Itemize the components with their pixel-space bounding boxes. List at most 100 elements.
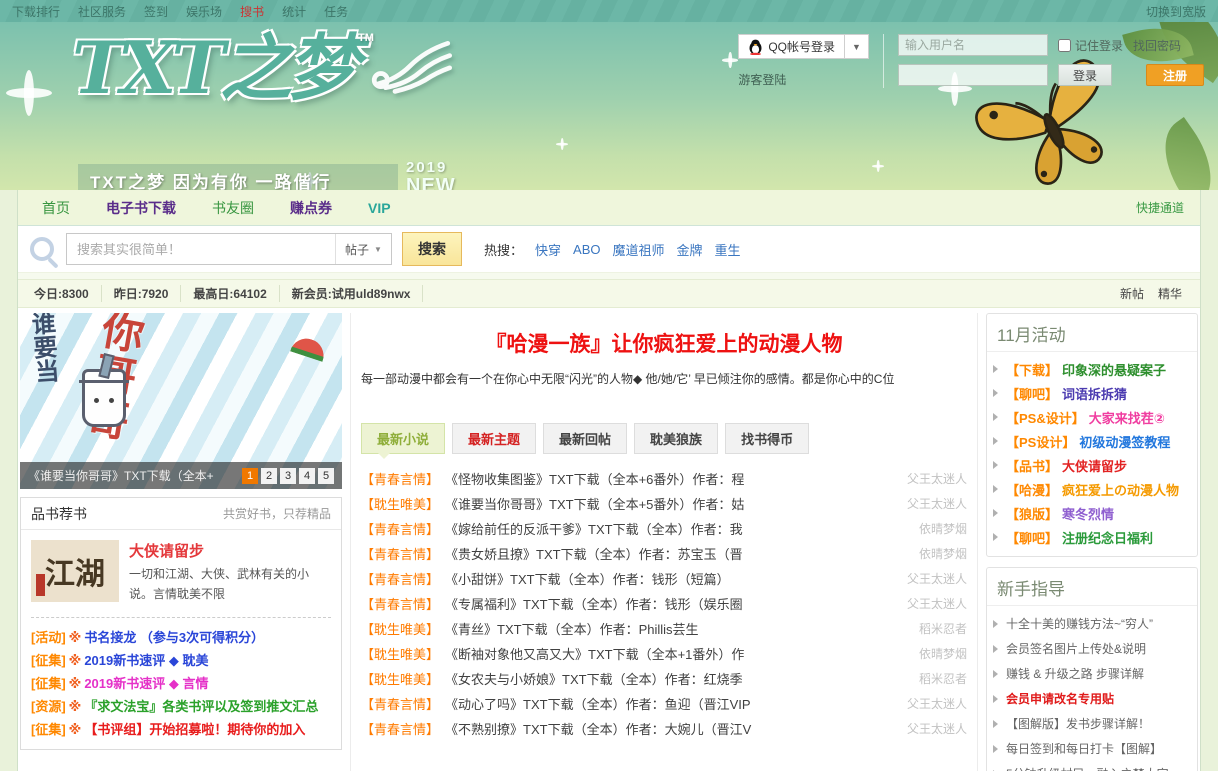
thread-title-link[interactable]: 《嫁给前任的反派干爹》TXT下载（全本）作者：我: [445, 519, 911, 538]
topbar-link-download-rank[interactable]: 下载排行: [12, 3, 60, 20]
tab-latest-topics[interactable]: 最新主题: [452, 423, 536, 454]
sidebar-item[interactable]: 【下载】印象深的悬疑案子: [993, 357, 1191, 381]
author-link[interactable]: 稻米忍者: [919, 670, 967, 687]
register-button[interactable]: 注册: [1146, 64, 1204, 86]
pager-dot[interactable]: 1: [242, 468, 258, 484]
category-link[interactable]: 【青春言情】: [361, 544, 439, 563]
sidebar-item[interactable]: 【聊吧】注册纪念日福利: [993, 525, 1191, 549]
nav-item-earn-points[interactable]: 赚点券: [272, 198, 350, 218]
book-cover[interactable]: 江湖: [31, 540, 119, 602]
thread-title-link[interactable]: 《怪物收集图鉴》TXT下载（全本+6番外）作者：程: [445, 469, 899, 488]
hot-link[interactable]: 金牌: [677, 240, 703, 259]
category-link[interactable]: 【耽生唯美】: [361, 644, 439, 663]
tab-find-books[interactable]: 找书得币: [725, 423, 809, 454]
tab-latest-replies[interactable]: 最新回帖: [543, 423, 627, 454]
author-link[interactable]: 父王太迷人: [907, 595, 967, 612]
list-item[interactable]: [活动]※书名接龙 （参与3次可得积分）: [31, 626, 331, 649]
nav-item-home[interactable]: 首页: [24, 198, 88, 218]
list-item[interactable]: [资源]※『求文法宝』各类书评以及签到推文汇总: [31, 695, 331, 718]
thread-title-link[interactable]: 《动心了吗》TXT下载（全本）作者：鱼迎（晋江VIP: [445, 694, 899, 713]
thread-title-link[interactable]: 《小甜饼》TXT下载（全本）作者：钱形（短篇）: [445, 569, 899, 588]
search-scope-select[interactable]: 帖子 ▼: [335, 234, 391, 264]
category-link[interactable]: 【青春言情】: [361, 469, 439, 488]
search-input[interactable]: [67, 234, 335, 264]
pager-dot[interactable]: 2: [261, 468, 277, 484]
sidebar-item[interactable]: 每日签到和每日打卡【图解】: [993, 736, 1191, 761]
remember-checkbox[interactable]: [1058, 39, 1071, 52]
nav-item-vip[interactable]: VIP: [350, 200, 409, 216]
search-button[interactable]: 搜索: [402, 232, 462, 266]
nav-item-ebook-download[interactable]: 电子书下载: [88, 198, 194, 218]
sidebar-item[interactable]: 【哈漫】疯狂爱上の动漫人物: [993, 477, 1191, 501]
category-link[interactable]: 【青春言情】: [361, 594, 439, 613]
sidebar-item[interactable]: 【品书】大侠请留步: [993, 453, 1191, 477]
hot-link[interactable]: 魔道祖师: [613, 240, 665, 259]
thread-title-link[interactable]: 《不熟别撩》TXT下载（全本）作者：大婉儿（晋江V: [445, 719, 899, 738]
author-link[interactable]: 稻米忍者: [919, 620, 967, 637]
sidebar-item[interactable]: 5分钟升级村民，融入之梦大家: [993, 761, 1191, 771]
pager-dot[interactable]: 4: [299, 468, 315, 484]
topbar-link-community-service[interactable]: 社区服务: [78, 3, 126, 20]
login-button[interactable]: 登录: [1058, 64, 1112, 86]
author-link[interactable]: 父王太迷人: [907, 695, 967, 712]
topbar-link-statistics[interactable]: 统计: [282, 3, 306, 20]
new-posts-link[interactable]: 新帖: [1120, 285, 1144, 302]
book-title-link[interactable]: 大侠请留步: [129, 540, 331, 561]
sidebar-item[interactable]: 会员申请改名专用贴: [993, 686, 1191, 711]
qq-login-button[interactable]: QQ帐号登录: [738, 34, 845, 59]
tab-danmei-wolf[interactable]: 耽美狼族: [634, 423, 718, 454]
carousel-banner[interactable]: 谁要当 你哥哥 《谁要当你哥哥》TXT下载（全本+ 1 2 3 4 5: [20, 313, 342, 489]
qq-login-dropdown[interactable]: ▼: [845, 34, 869, 59]
list-item[interactable]: [征集]※【书评组】开始招募啦！期待你的加入: [31, 718, 331, 741]
sidebar-item[interactable]: 十全十美的赚钱方法~“穷人”: [993, 611, 1191, 636]
sidebar-item[interactable]: 赚钱 & 升级之路 步骤详解: [993, 661, 1191, 686]
topbar-link-book-search[interactable]: 搜书: [240, 3, 264, 20]
topbar-link-playground[interactable]: 娱乐场: [186, 3, 222, 20]
category-link[interactable]: 【青春言情】: [361, 569, 439, 588]
author-link[interactable]: 父王太迷人: [907, 470, 967, 487]
category-link[interactable]: 【耽生唯美】: [361, 494, 439, 513]
guest-login-link[interactable]: 游客登陆: [738, 71, 869, 88]
sidebar-item[interactable]: 【狼版】寒冬烈情: [993, 501, 1191, 525]
hot-link[interactable]: ABO: [573, 242, 600, 257]
topbar-link-checkin[interactable]: 签到: [144, 3, 168, 20]
author-link[interactable]: 父王太迷人: [907, 495, 967, 512]
thread-title-link[interactable]: 《青丝》TXT下载（全本）作者：Phillis芸生: [445, 619, 911, 638]
sidebar-item[interactable]: 【聊吧】词语拆拆猜: [993, 381, 1191, 405]
author-link[interactable]: 父王太迷人: [907, 570, 967, 587]
promo-headline[interactable]: 『哈漫一族』让你疯狂爱上的动漫人物: [361, 328, 967, 358]
forgot-password-link[interactable]: 找回密码: [1133, 37, 1181, 54]
pager-dot[interactable]: 3: [280, 468, 296, 484]
thread-title-link[interactable]: 《断袖对象他又高又大》TXT下载（全本+1番外）作: [445, 644, 911, 663]
category-link[interactable]: 【青春言情】: [361, 719, 439, 738]
switch-wide-link[interactable]: 切换到宽版: [1146, 3, 1206, 20]
author-link[interactable]: 父王太迷人: [907, 720, 967, 737]
category-link[interactable]: 【青春言情】: [361, 519, 439, 538]
thread-title-link[interactable]: 《贵女娇且撩》TXT下载（全本）作者：苏宝玉（晋: [445, 544, 911, 563]
author-link[interactable]: 依晴梦烟: [919, 645, 967, 662]
hot-link[interactable]: 快穿: [535, 240, 561, 259]
digest-link[interactable]: 精华: [1158, 285, 1182, 302]
sidebar-item[interactable]: 【图解版】发书步骤详解！: [993, 711, 1191, 736]
category-link[interactable]: 【青春言情】: [361, 694, 439, 713]
category-link[interactable]: 【耽生唯美】: [361, 619, 439, 638]
thread-title-link[interactable]: 《专属福利》TXT下载（全本）作者：钱形（娱乐圈: [445, 594, 899, 613]
hot-link[interactable]: 重生: [715, 240, 741, 259]
carousel-caption-text[interactable]: 《谁要当你哥哥》TXT下载（全本+: [28, 467, 214, 484]
site-logo[interactable]: TXT之梦TM: [72, 32, 454, 104]
password-input[interactable]: [898, 64, 1048, 86]
topbar-link-tasks[interactable]: 任务: [324, 3, 348, 20]
username-input[interactable]: [898, 34, 1048, 56]
quick-channel-link[interactable]: 快捷通道: [1136, 199, 1194, 216]
thread-title-link[interactable]: 《女农夫与小娇娘》TXT下载（全本）作者：红烧季: [445, 669, 911, 688]
list-item[interactable]: [征集]※2019新书速评 ◆ 言情: [31, 672, 331, 695]
pager-dot[interactable]: 5: [318, 468, 334, 484]
sidebar-item[interactable]: 【PS&设计】大家来找茬②: [993, 405, 1191, 429]
sidebar-item[interactable]: 会员签名图片上传处&说明: [993, 636, 1191, 661]
thread-title-link[interactable]: 《谁要当你哥哥》TXT下载（全本+5番外）作者：姑: [445, 494, 899, 513]
nav-item-book-friends[interactable]: 书友圈: [194, 198, 272, 218]
category-link[interactable]: 【耽生唯美】: [361, 669, 439, 688]
list-item[interactable]: [征集]※2019新书速评 ◆ 耽美: [31, 649, 331, 672]
remember-login[interactable]: 记住登录: [1058, 37, 1123, 54]
author-link[interactable]: 依晴梦烟: [919, 545, 967, 562]
